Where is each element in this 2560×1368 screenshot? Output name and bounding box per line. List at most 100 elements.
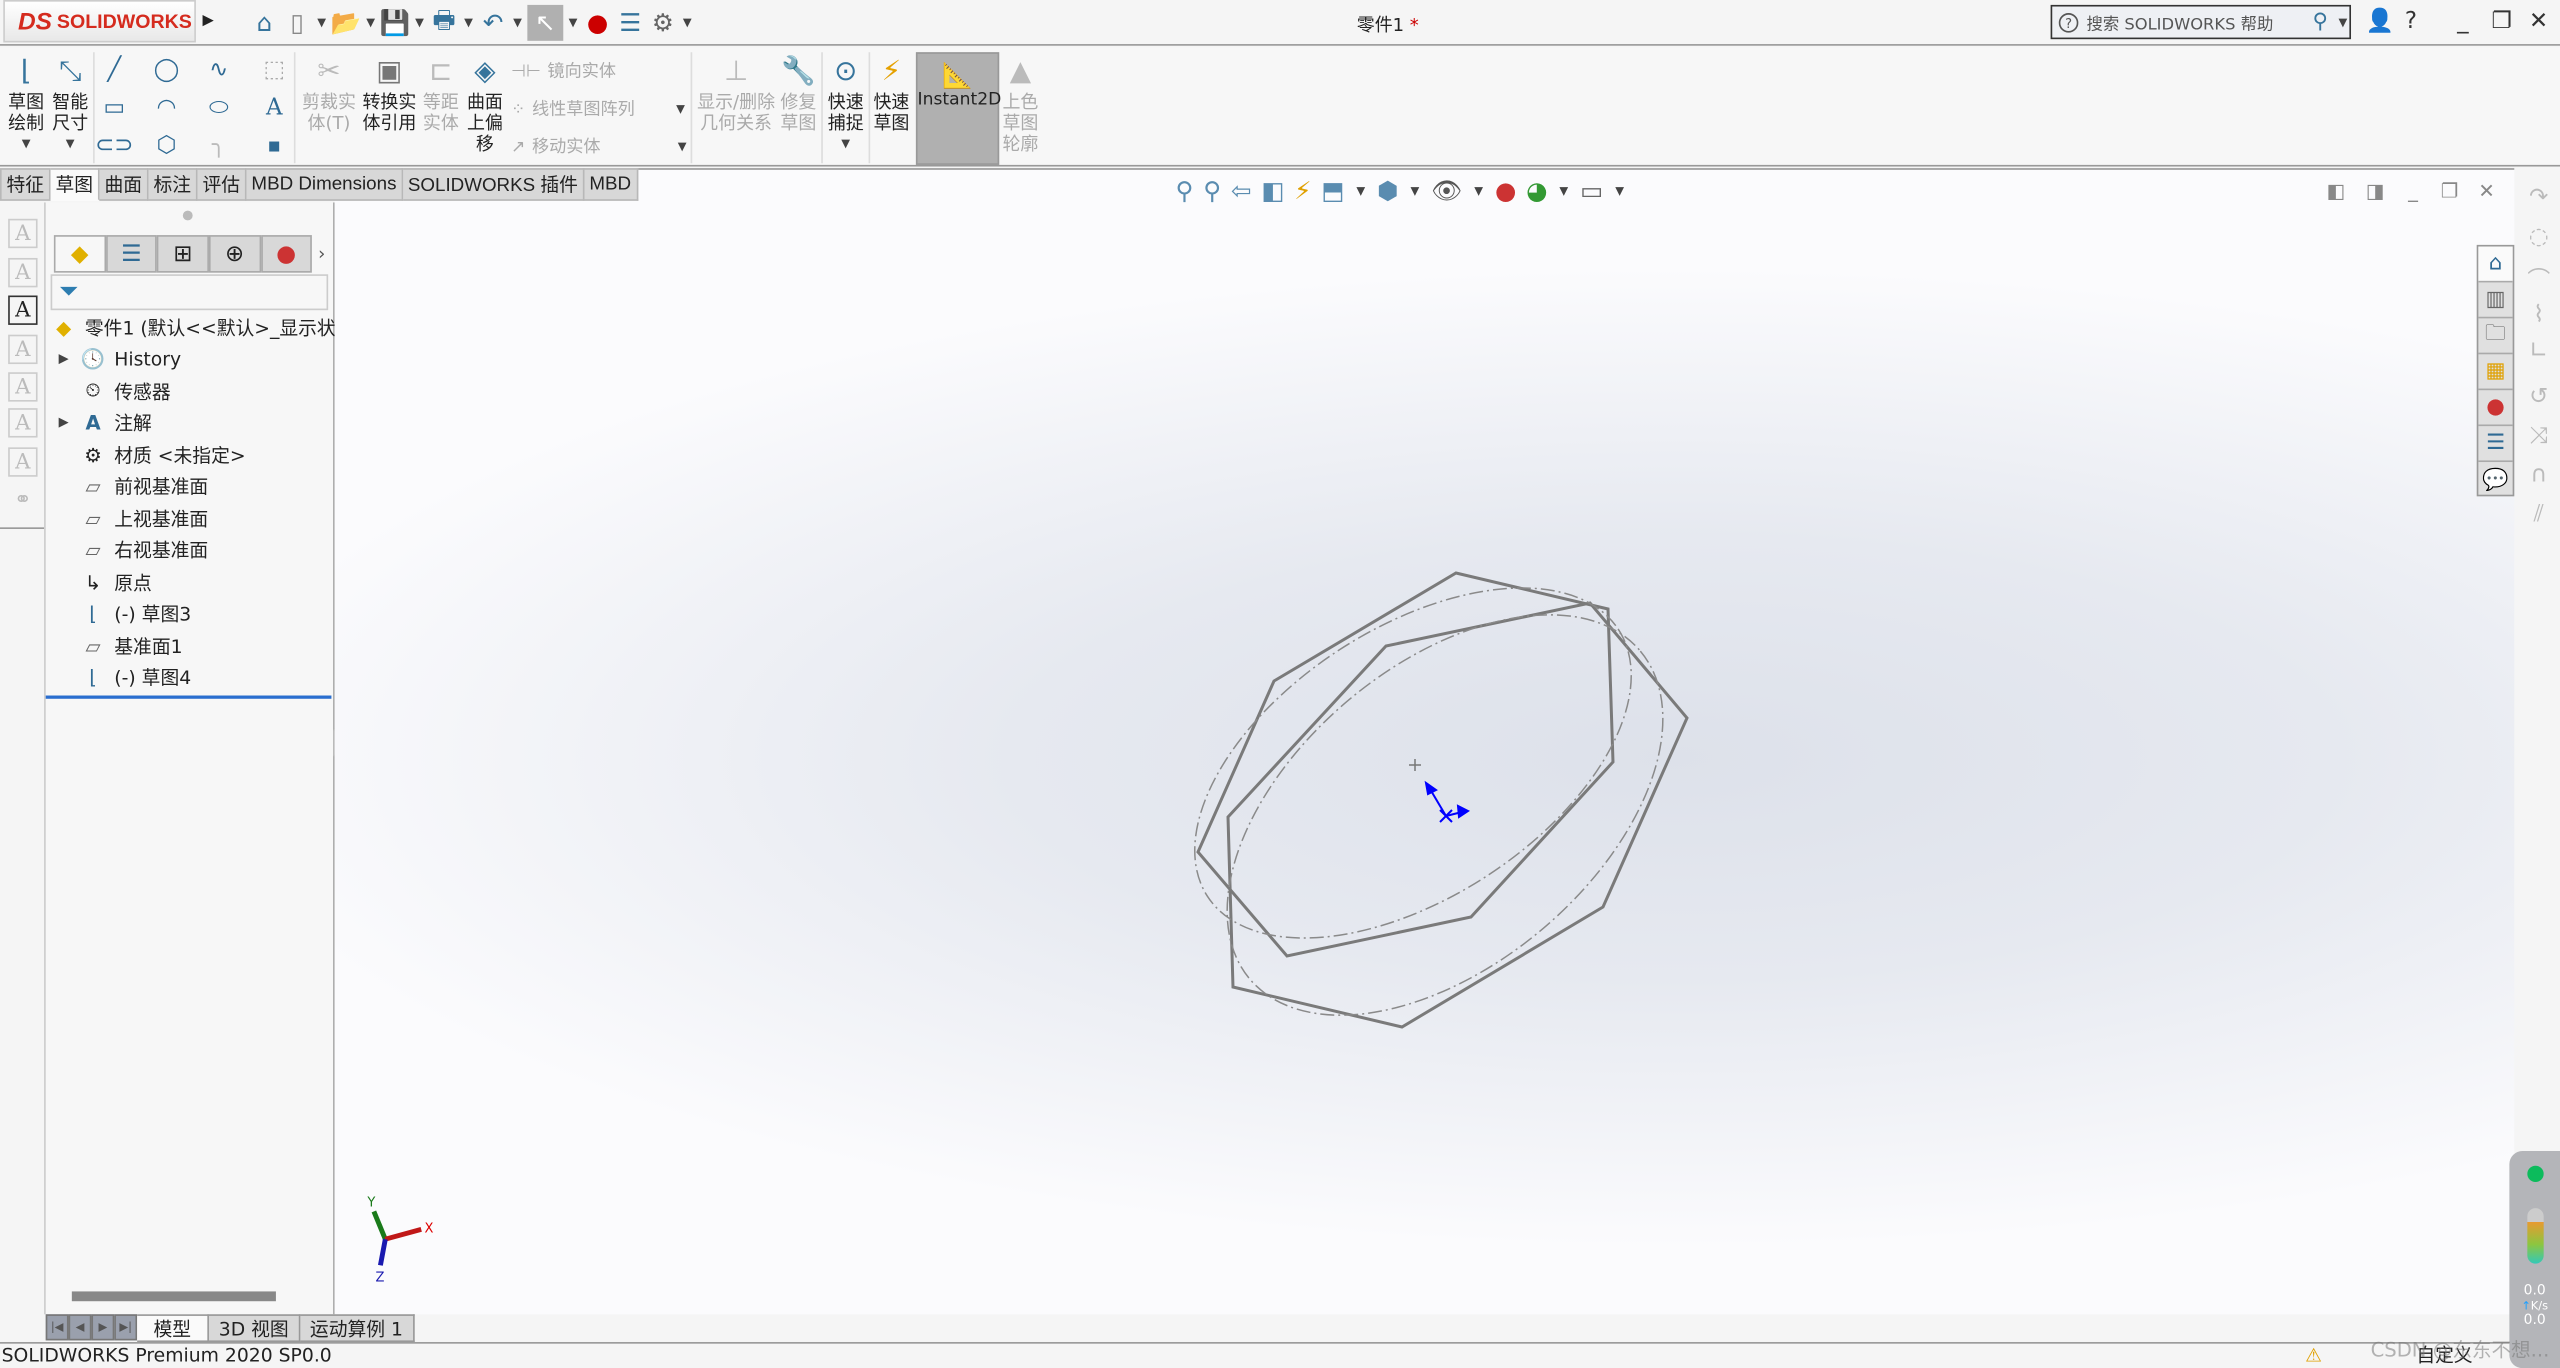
tree-item-plane1[interactable]: ▱ 基准面1 <box>78 630 183 661</box>
appearances-tab[interactable]: ● <box>2478 390 2513 427</box>
graphics-area[interactable]: ⚲ ⚲ ⇦ ◧ ⚡ ⬒ ▼ ⬢ ▼ 👁 ▼ ● ◕ ▼ ▭ ▼ ◧ ◨ _ ❐ ✕ Y X… <box>334 168 2515 1315</box>
tab-solidworks-addins[interactable]: SOLIDWORKS 插件 <box>402 168 585 201</box>
add-note-icon[interactable]: A <box>8 334 38 365</box>
solidworks-logo[interactable]: DS SOLIDWORKS <box>3 0 196 43</box>
construction-geometry-icon[interactable]: ⬚ <box>261 57 287 83</box>
trim-entities-button[interactable]: ✂ 剪裁实 体(T) <box>302 54 356 134</box>
tree-filter[interactable]: ⏷ <box>50 274 329 311</box>
mirror-entities-button[interactable]: ⊣⊢ 镜向实体 <box>511 59 616 83</box>
tab-surfaces[interactable]: 曲面 <box>99 168 149 201</box>
tab-model[interactable]: 模型 <box>137 1314 209 1343</box>
search-icon[interactable]: ⚲ <box>2313 10 2329 34</box>
chevron-down-icon[interactable]: ▼ <box>1613 184 1626 197</box>
chevron-down-icon[interactable]: ▼ <box>1557 184 1570 197</box>
viewport-restore-button[interactable]: ❐ <box>2441 180 2459 203</box>
new-document-icon[interactable]: ▯ <box>282 8 311 37</box>
print-icon[interactable]: 🖶 <box>429 4 458 37</box>
zoom-to-area-icon[interactable]: ⚲ <box>1203 176 1221 205</box>
search-input[interactable]: 搜索 SOLIDWORKS 帮助 <box>2087 10 2305 34</box>
ellipse-tool-icon[interactable]: ⬭ <box>206 95 232 121</box>
tree-item-top-plane[interactable]: ▱ 上视基准面 <box>78 503 209 534</box>
point-tool-icon[interactable]: ■ <box>261 132 287 158</box>
hide-show-items-icon[interactable]: 👁 <box>1431 176 1462 205</box>
chevron-down-icon[interactable]: ▼ <box>2336 16 2349 29</box>
quick-snaps-button[interactable]: ⊙ 快速 捕捉 ▼ <box>828 54 864 155</box>
intersect-icon[interactable]: ⤨ <box>2524 423 2553 452</box>
first-tab-button[interactable]: |◀ <box>45 1314 69 1341</box>
chevron-down-icon[interactable]: ▼ <box>64 134 77 155</box>
display-delete-relations-button[interactable]: ⊥ 显示/删除 几何关系 <box>697 54 775 134</box>
tree-item-material[interactable]: ⚙ 材质 <未指定> <box>78 439 245 470</box>
chevron-down-icon[interactable]: ▼ <box>676 140 689 153</box>
sketch-button[interactable]: ⌊ 草图 绘制 ▼ <box>8 54 44 155</box>
display-manager-tab[interactable]: ● <box>260 235 313 273</box>
rapid-sketch-button[interactable]: ⚡ 快速 草图 <box>873 54 909 134</box>
display-style-icon[interactable]: ⬢ <box>1377 176 1398 205</box>
rebuild-traffic-light-icon[interactable]: ● <box>583 8 612 37</box>
forum-tab[interactable]: 💬 <box>2478 462 2512 498</box>
horizontal-scrollbar[interactable] <box>71 1291 276 1302</box>
chevron-down-icon[interactable]: ▼ <box>567 16 580 29</box>
smart-dimension-button[interactable]: ⤡ 智能 尺寸 ▼ <box>52 54 88 155</box>
view-orientation-icon[interactable]: ⬒ <box>1321 176 1344 205</box>
line-tool-icon[interactable]: ╱ <box>101 57 127 83</box>
move-entities-button[interactable]: ↗ 移动实体 ▼ <box>511 134 689 158</box>
viewport-close-button[interactable]: ✕ <box>2478 180 2494 203</box>
rectangle-tool-icon[interactable]: ▭ <box>101 95 127 121</box>
repair-sketch-button[interactable]: 🔧 修复 草图 <box>780 54 816 134</box>
rollback-bar[interactable] <box>45 695 332 699</box>
options-gear-icon[interactable]: ⚙ <box>648 8 677 37</box>
panel-grip-handle[interactable] <box>182 210 193 221</box>
tab-features[interactable]: 特征 <box>0 168 51 201</box>
text-tool-icon[interactable]: A <box>261 95 287 121</box>
shaded-sketch-contours-button[interactable]: ▲ 上色 草图 轮廓 <box>1002 54 1038 155</box>
arc-rotate-icon[interactable]: ↺ <box>2524 384 2553 413</box>
property-manager-tab[interactable]: ☰ <box>105 235 158 273</box>
tree-item-sketch3[interactable]: ⌊ (-) 草图3 <box>78 598 191 629</box>
user-icon[interactable]: 👤 <box>2366 8 2394 34</box>
select-icon[interactable]: ↖ <box>527 4 564 41</box>
chevron-down-icon[interactable]: ▼ <box>20 134 33 155</box>
tab-3d-views[interactable]: 3D 视图 <box>208 1314 301 1343</box>
view-palette-tab[interactable]: ▦ <box>2478 354 2513 391</box>
open-icon[interactable]: 📂 <box>331 8 362 37</box>
tile-right-icon[interactable]: ◨ <box>2366 180 2385 203</box>
tree-root-part[interactable]: ◆ 零件1 (默认<<默认>_显示状态 <box>49 312 354 343</box>
chevron-right-icon[interactable]: › <box>312 235 331 273</box>
tab-mbd[interactable]: MBD <box>584 168 638 201</box>
tile-left-icon[interactable]: ◧ <box>2327 180 2346 203</box>
tangent-arc-icon[interactable]: ⌒ <box>2524 263 2553 294</box>
balloon-note-icon[interactable]: A <box>8 372 38 402</box>
section-view-icon[interactable]: ◧ <box>1261 176 1284 205</box>
help-search-box[interactable]: ? 搜索 SOLIDWORKS 帮助 ⚲ ▼ <box>2050 4 2352 40</box>
instant2d-button[interactable]: 📐 Instant2D <box>915 52 1001 165</box>
configuration-manager-tab[interactable]: ⊞ <box>157 235 209 273</box>
chevron-down-icon[interactable]: ▼ <box>1472 184 1485 197</box>
polygon-tool-icon[interactable]: ⬡ <box>153 132 179 158</box>
home-icon[interactable]: ⌂ <box>250 8 279 37</box>
arc-tool-icon[interactable]: ◠ <box>153 95 179 121</box>
spline-points-icon[interactable]: ⌇ <box>2524 302 2553 331</box>
chevron-down-icon[interactable]: ▼ <box>315 16 328 29</box>
edit-note-icon[interactable]: A <box>8 257 38 288</box>
design-library-tab[interactable]: ▥ <box>2478 282 2513 319</box>
reference-triad[interactable]: Y X Z <box>364 1190 446 1288</box>
linear-pattern-button[interactable]: ⁘ 线性草图阵列 ▼ <box>511 96 687 120</box>
tree-item-sketch4[interactable]: ⌊ (-) 草图4 <box>78 661 191 692</box>
last-tab-button[interactable]: ▶| <box>114 1314 138 1341</box>
fillet-tool-icon[interactable]: ╮ <box>206 132 232 158</box>
tree-item-sensors[interactable]: ⏲ 传感器 <box>78 376 170 407</box>
ruled-curve-icon[interactable]: ⫽ <box>2524 501 2553 530</box>
custom-properties-tab[interactable]: ☰ <box>2478 426 2513 463</box>
dynamic-annotation-icon[interactable]: ⚡ <box>1294 176 1311 205</box>
expand-arrow-icon[interactable]: ▶ <box>49 415 78 430</box>
note-table-icon[interactable]: A <box>8 408 38 438</box>
note-icon[interactable]: A <box>8 218 38 249</box>
file-explorer-tab[interactable]: 🗀 <box>2478 318 2513 355</box>
note-frame-icon[interactable]: A <box>8 447 38 477</box>
link-icon[interactable]: ⚭ <box>8 485 37 514</box>
chevron-down-icon[interactable]: ▼ <box>1354 184 1367 197</box>
apply-scene-icon[interactable]: ◕ <box>1526 176 1547 205</box>
edit-appearance-icon[interactable]: ● <box>1495 176 1516 205</box>
next-tab-button[interactable]: ▶ <box>91 1314 115 1341</box>
